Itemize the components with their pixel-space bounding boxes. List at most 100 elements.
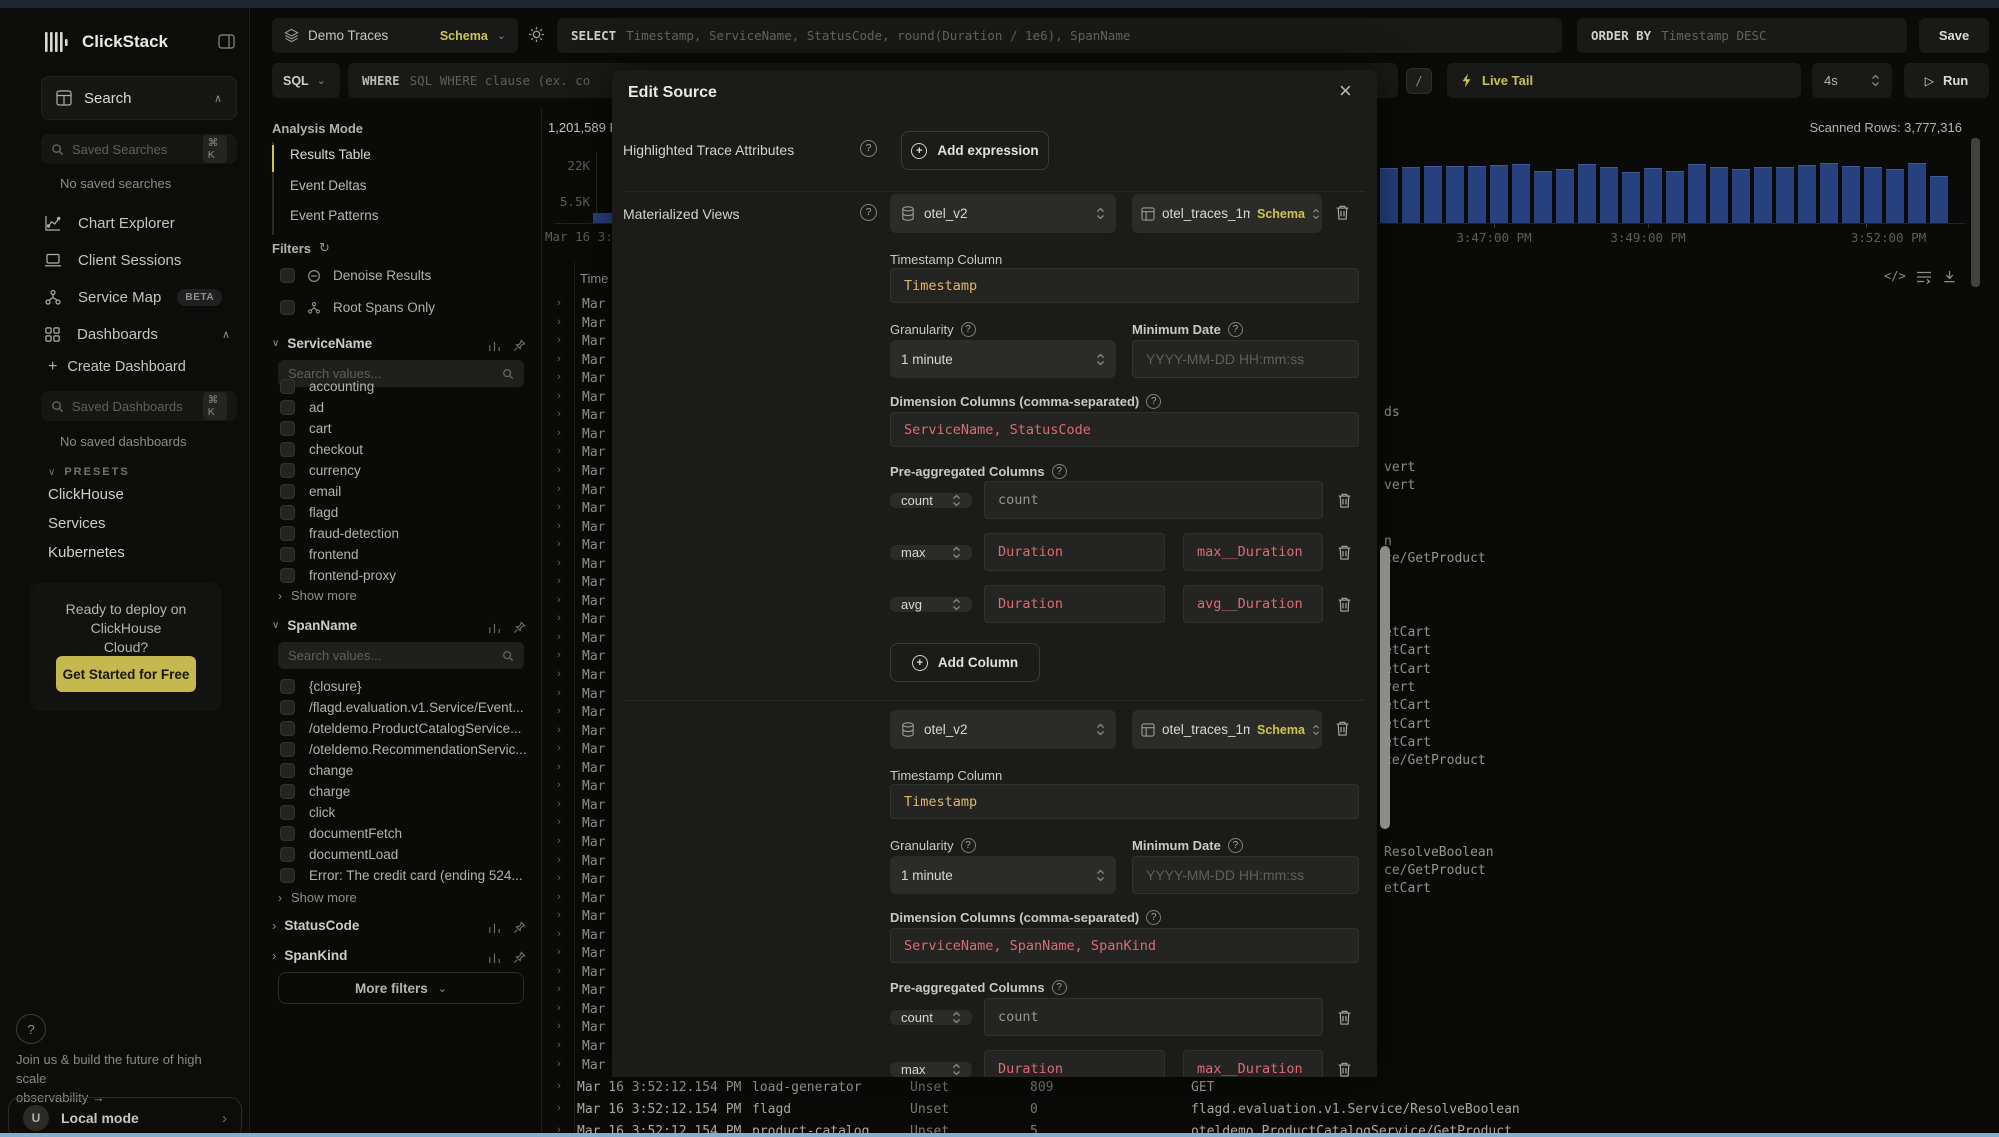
alias-input[interactable]: max__Duration xyxy=(1183,1050,1323,1077)
table-row[interactable]: ›Mar xyxy=(0,760,612,779)
expand-row-icon[interactable]: › xyxy=(557,835,561,847)
expand-row-icon[interactable]: › xyxy=(557,946,561,958)
search-nav-button[interactable]: Search ∧ xyxy=(41,76,237,120)
delete-view-icon[interactable] xyxy=(1335,720,1350,737)
expand-row-icon[interactable]: › xyxy=(557,965,561,977)
table-row[interactable]: ›Mar xyxy=(0,389,612,408)
expression-input[interactable]: Duration xyxy=(984,585,1165,623)
delete-column-icon[interactable] xyxy=(1337,492,1352,509)
alias-input[interactable]: max__Duration xyxy=(1183,533,1323,571)
page-scrollbar[interactable] xyxy=(1971,138,1980,287)
table-row[interactable]: ›Mar xyxy=(0,444,612,463)
help-icon[interactable]: ? xyxy=(860,140,877,157)
expand-row-icon[interactable]: › xyxy=(557,761,561,773)
gear-icon[interactable] xyxy=(528,26,545,43)
aggregation-select[interactable]: count xyxy=(890,1010,972,1025)
wrap-lines-icon[interactable] xyxy=(1916,270,1932,284)
aggregation-select[interactable]: max xyxy=(890,1062,972,1077)
help-icon[interactable]: ? xyxy=(961,838,976,853)
expand-row-icon[interactable]: › xyxy=(557,779,561,791)
table-row[interactable]: ›Mar xyxy=(0,815,612,834)
expression-input[interactable]: count xyxy=(984,481,1323,519)
expand-row-icon[interactable]: › xyxy=(557,445,561,457)
expression-input[interactable]: Duration xyxy=(984,533,1165,571)
expand-row-icon[interactable]: › xyxy=(557,612,561,624)
table-row[interactable]: ›Mar xyxy=(0,463,612,482)
table-row[interactable]: ›Mar xyxy=(0,648,612,667)
table-row[interactable]: ›Mar xyxy=(0,593,612,612)
table-row[interactable]: ›Mar xyxy=(0,1057,612,1076)
delete-view-icon[interactable] xyxy=(1335,204,1350,221)
expand-row-icon[interactable]: › xyxy=(557,872,561,884)
timestamp-column-input[interactable]: Timestamp xyxy=(890,784,1359,819)
help-icon[interactable]: ? xyxy=(1052,464,1067,479)
table-row[interactable]: ›Mar xyxy=(0,1019,612,1038)
expression-input[interactable]: count xyxy=(984,998,1323,1036)
orderby-input[interactable]: ORDER BY Timestamp DESC xyxy=(1577,18,1907,53)
table-row[interactable]: ›Mar xyxy=(0,482,612,501)
expand-row-icon[interactable]: › xyxy=(557,483,561,495)
minimum-date-input[interactable] xyxy=(1132,340,1359,378)
aggregation-select[interactable]: max xyxy=(890,545,972,560)
modal-scrollbar[interactable] xyxy=(1380,546,1390,829)
expand-row-icon[interactable]: › xyxy=(557,705,561,717)
table-row[interactable]: ›Mar xyxy=(0,667,612,686)
expand-row-icon[interactable]: › xyxy=(557,575,561,587)
mode-event-deltas[interactable]: Event Deltas xyxy=(290,178,367,193)
table-row[interactable]: ›Mar xyxy=(0,315,612,334)
table-row[interactable]: ›Mar xyxy=(0,778,612,797)
expand-row-icon[interactable]: › xyxy=(557,594,561,606)
saved-searches-field[interactable] xyxy=(72,142,195,157)
database-select[interactable]: otel_v2 xyxy=(890,710,1116,749)
table-row[interactable]: ›Mar xyxy=(0,686,612,705)
table-row[interactable]: ›Mar xyxy=(0,1038,612,1057)
expand-row-icon[interactable]: › xyxy=(557,854,561,866)
language-select[interactable]: SQL ⌄ xyxy=(272,63,340,98)
table-row[interactable]: ›Mar xyxy=(0,519,612,538)
table-select[interactable]: otel_traces_1m Schema xyxy=(1132,710,1322,749)
expand-row-icon[interactable]: › xyxy=(557,371,561,383)
expression-input[interactable]: Duration xyxy=(984,1050,1165,1077)
expand-row-icon[interactable]: › xyxy=(557,909,561,921)
expand-row-icon[interactable]: › xyxy=(557,649,561,661)
dimension-columns-input[interactable]: ServiceName, SpanName, SpanKind xyxy=(890,928,1359,963)
expand-row-icon[interactable]: › xyxy=(557,668,561,680)
close-icon[interactable]: × xyxy=(1339,78,1352,104)
download-icon[interactable] xyxy=(1942,269,1957,284)
alias-input[interactable]: avg__Duration xyxy=(1183,585,1323,623)
sql-preview-icon[interactable]: </> xyxy=(1884,269,1906,283)
expand-row-icon[interactable]: › xyxy=(557,464,561,476)
help-icon[interactable]: ? xyxy=(1052,980,1067,995)
granularity-select[interactable]: 1 minute xyxy=(890,856,1116,894)
expand-row-icon[interactable]: › xyxy=(557,1058,561,1070)
denoise-checkbox[interactable] xyxy=(280,268,295,283)
aggregation-select[interactable]: count xyxy=(890,493,972,508)
table-row[interactable]: ›Mar 16 3:52:12.154 PMload-generatorUnse… xyxy=(0,1079,1999,1099)
minimum-date-field[interactable] xyxy=(1146,351,1345,367)
delete-column-icon[interactable] xyxy=(1337,1061,1352,1078)
table-row[interactable]: ›Mar xyxy=(0,370,612,389)
expand-row-icon[interactable]: › xyxy=(557,928,561,940)
timestamp-column-input[interactable]: Timestamp xyxy=(890,268,1359,303)
live-tail-button[interactable]: Live Tail xyxy=(1447,63,1801,98)
add-column-button[interactable]: + Add Column xyxy=(890,643,1040,682)
table-row[interactable]: ›Mar xyxy=(0,982,612,1001)
expand-row-icon[interactable]: › xyxy=(557,1039,561,1051)
table-row[interactable]: ›Mar xyxy=(0,556,612,575)
table-row[interactable]: ›Mar xyxy=(0,537,612,556)
expand-row-icon[interactable]: › xyxy=(557,353,561,365)
expand-row-icon[interactable]: › xyxy=(557,1002,561,1014)
timestamp-column-header[interactable]: Time xyxy=(580,271,608,286)
table-row[interactable]: ›Mar xyxy=(0,834,612,853)
expand-row-icon[interactable]: › xyxy=(557,538,561,550)
table-row[interactable]: ›Mar xyxy=(0,426,612,445)
refresh-icon[interactable]: ↻ xyxy=(319,240,330,256)
expand-row-icon[interactable]: › xyxy=(557,983,561,995)
table-row[interactable]: ›Mar xyxy=(0,296,612,315)
help-icon[interactable]: ? xyxy=(1146,394,1161,409)
expand-row-icon[interactable]: › xyxy=(557,687,561,699)
select-clause-input[interactable]: SELECT Timestamp, ServiceName, StatusCod… xyxy=(557,18,1562,53)
collapse-sidebar-icon[interactable] xyxy=(218,34,235,49)
run-button[interactable]: ▷ Run xyxy=(1904,63,1989,98)
granularity-select[interactable]: 1 minute xyxy=(890,340,1116,378)
